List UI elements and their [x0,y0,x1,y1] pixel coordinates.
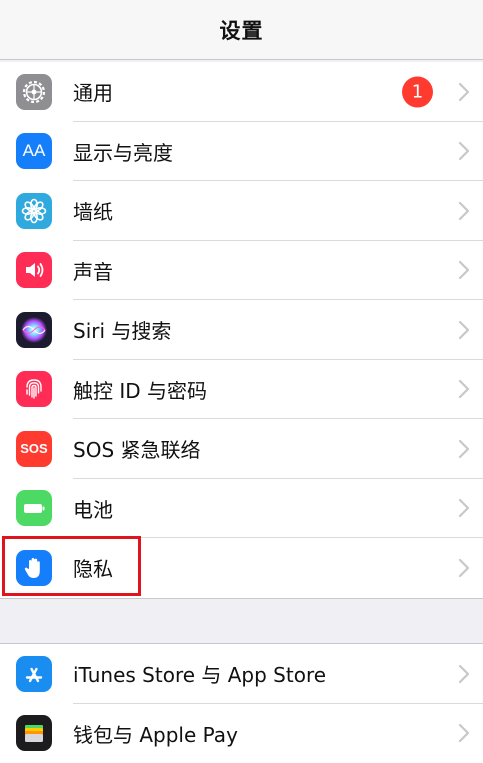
settings-row-emergency-sos[interactable]: SOS SOS 紧急联络 [0,419,483,479]
navigation-bar: 设置 [0,0,483,60]
chevron-right-icon [457,140,471,162]
icon-text: SOS [20,441,47,456]
settings-row-touch-id-passcode[interactable]: 触控 ID 与密码 [0,360,483,420]
chevron-right-icon [457,378,471,400]
gear-icon [16,74,52,110]
settings-row-label: iTunes Store 与 App Store [73,659,326,688]
settings-row-label: Siri 与搜索 [73,315,171,344]
fingerprint-icon [16,371,52,407]
icon-text: AA [23,141,46,161]
chevron-right-icon [457,81,471,103]
settings-group-main: 通用 1 AA 显示与亮度 [0,62,483,599]
chevron-right-icon [457,319,471,341]
settings-row-label: 钱包与 Apple Pay [73,719,238,748]
chevron-right-icon [457,259,471,281]
chevron-right-icon [457,557,471,579]
settings-row-privacy[interactable]: 隐私 [0,538,483,598]
settings-row-battery[interactable]: 电池 [0,479,483,539]
chevron-right-icon [457,497,471,519]
sos-icon: SOS [16,431,52,467]
settings-row-general[interactable]: 通用 1 [0,62,483,122]
flower-icon [16,193,52,229]
settings-row-label: SOS 紧急联络 [73,434,201,463]
settings-row-label: 声音 [73,256,113,285]
page-title: 设置 [220,15,264,45]
speaker-icon [16,252,52,288]
settings-row-label: 显示与亮度 [73,137,173,166]
hand-icon [16,550,52,586]
chevron-right-icon [457,663,471,685]
settings-row-label: 触控 ID 与密码 [73,375,207,404]
settings-row-wallet-apple-pay[interactable]: 钱包与 Apple Pay [0,704,483,763]
settings-row-display-brightness[interactable]: AA 显示与亮度 [0,122,483,182]
text-size-icon: AA [16,133,52,169]
settings-row-label: 墙纸 [73,196,113,225]
settings-row-label: 通用 [73,77,113,106]
chevron-right-icon [457,722,471,744]
chevron-right-icon [457,200,471,222]
settings-row-label: 电池 [73,494,113,523]
settings-row-siri-search[interactable]: Siri 与搜索 [0,300,483,360]
wallet-icon [16,715,52,751]
siri-icon [16,312,52,348]
battery-icon [16,490,52,526]
app-store-icon [16,656,52,692]
settings-row-wallpaper[interactable]: 墙纸 [0,181,483,241]
settings-row-label: 隐私 [73,553,113,582]
settings-group-stores: iTunes Store 与 App Store 钱包与 Apple Pay [0,643,483,763]
chevron-right-icon [457,438,471,460]
settings-row-sounds[interactable]: 声音 [0,241,483,301]
settings-row-itunes-app-store[interactable]: iTunes Store 与 App Store [0,644,483,704]
notification-badge: 1 [402,76,433,107]
